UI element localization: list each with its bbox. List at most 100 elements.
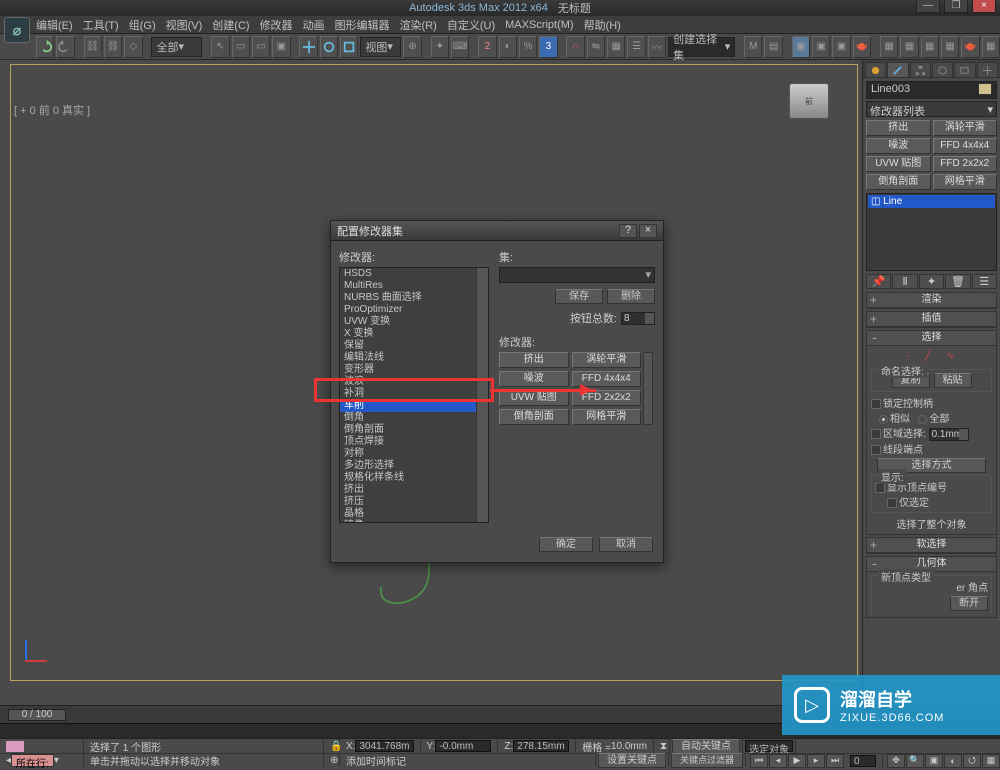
modifier-item[interactable]: 倒角 bbox=[340, 412, 476, 424]
goto-end-button[interactable]: ⏭ bbox=[826, 754, 844, 768]
time-tag-icon[interactable]: ⊕ bbox=[324, 754, 340, 767]
filter-dropdown[interactable]: 全部 ▾ bbox=[151, 37, 202, 57]
d-button[interactable]: ▦ bbox=[941, 36, 959, 58]
nav-orbit-button[interactable]: ⭯ bbox=[963, 754, 981, 768]
manip-button[interactable]: ✦ bbox=[431, 36, 449, 58]
button-total-spinner[interactable]: 8 bbox=[621, 312, 655, 325]
c-button[interactable]: ▦ bbox=[921, 36, 939, 58]
similar-radio[interactable] bbox=[879, 415, 888, 424]
modifier-item[interactable]: 车削 bbox=[340, 400, 476, 412]
nav-pan-button[interactable]: ✥ bbox=[887, 754, 905, 768]
quick-render-button[interactable]: 🫖 bbox=[853, 36, 871, 58]
magnet-icon[interactable]: ∩ bbox=[566, 36, 584, 58]
set-dropdown[interactable] bbox=[499, 267, 655, 283]
app-logo[interactable]: ⌀ bbox=[4, 17, 30, 43]
set-slot-button[interactable]: FFD 2x2x2 bbox=[572, 390, 642, 406]
setkey-button[interactable]: 设置关键点 bbox=[598, 753, 666, 768]
b-button[interactable]: ▦ bbox=[900, 36, 918, 58]
modbtn-uvw[interactable]: UVW 贴图 bbox=[866, 156, 931, 172]
dialog-close-button[interactable]: × bbox=[639, 224, 657, 238]
modbtn-turbosmooth[interactable]: 涡轮平滑 bbox=[933, 120, 998, 136]
lock-icon[interactable]: 🔒 bbox=[324, 739, 340, 753]
grid-scrollbar[interactable] bbox=[643, 352, 653, 425]
modifier-item[interactable]: 挤出 bbox=[340, 484, 476, 496]
menu-graph[interactable]: 图形编辑器 bbox=[335, 17, 390, 33]
modifier-item[interactable]: 多边形选择 bbox=[340, 460, 476, 472]
modifier-listbox[interactable]: HSDSMultiResNURBS 曲面选择ProOptimizerUVW 变换… bbox=[339, 267, 489, 523]
modifier-item[interactable]: 保留 bbox=[340, 340, 476, 352]
tab-utilities[interactable] bbox=[977, 62, 998, 78]
lock-handles-check[interactable] bbox=[871, 399, 881, 409]
nav-fov-button[interactable]: ◐ bbox=[944, 754, 962, 768]
menu-help[interactable]: 帮助(H) bbox=[584, 17, 621, 33]
keymode-button[interactable]: ⌨ bbox=[451, 36, 469, 58]
snap-pct-button[interactable]: % bbox=[519, 36, 537, 58]
time-slider[interactable]: 0 / 100 bbox=[8, 709, 66, 721]
align-button[interactable]: ▦ bbox=[607, 36, 625, 58]
pin-stack-button[interactable]: 📌 bbox=[866, 274, 891, 289]
ok-button[interactable]: 确定 bbox=[539, 537, 593, 552]
teapot-button[interactable]: 🫖 bbox=[961, 36, 979, 58]
set-slot-button[interactable]: UVW 贴图 bbox=[499, 390, 569, 406]
render-frame-button[interactable]: ▣ bbox=[832, 36, 850, 58]
material-editor-button[interactable]: ▣ bbox=[792, 36, 810, 58]
break-button[interactable]: 断开 bbox=[950, 596, 988, 611]
refcoord-dropdown[interactable]: 视图 ▾ bbox=[360, 37, 401, 57]
set-slot-button[interactable]: 网格平滑 bbox=[572, 409, 642, 425]
prev-frame-button[interactable]: ◂ bbox=[769, 754, 787, 768]
select-button[interactable]: ↖ bbox=[211, 36, 229, 58]
menu-modifier[interactable]: 修改器 bbox=[260, 17, 293, 33]
area-sel-check[interactable] bbox=[871, 429, 881, 439]
select-name-button[interactable]: ▭ bbox=[232, 36, 250, 58]
modbtn-noise[interactable]: 噪波 bbox=[866, 138, 931, 154]
menu-maxscript[interactable]: MAXScript(M) bbox=[505, 19, 573, 31]
modifier-item[interactable]: ProOptimizer bbox=[340, 304, 476, 316]
scene-explorer-button[interactable]: ▤ bbox=[764, 36, 782, 58]
pivot-button[interactable]: ⊕ bbox=[403, 36, 421, 58]
rotate-button[interactable] bbox=[320, 36, 338, 58]
tab-hierarchy[interactable] bbox=[910, 62, 931, 78]
tab-modify[interactable] bbox=[887, 62, 908, 78]
modbtn-ffd2[interactable]: FFD 2x2x2 bbox=[933, 156, 998, 172]
rollout-render[interactable]: 渲染 bbox=[867, 293, 996, 308]
object-color-swatch[interactable] bbox=[978, 83, 992, 95]
menu-custom[interactable]: 自定义(U) bbox=[447, 17, 495, 33]
rollout-softsel[interactable]: 软选择 bbox=[867, 538, 996, 553]
modifier-item[interactable]: 晶格 bbox=[340, 508, 476, 520]
modifier-item[interactable]: 对称 bbox=[340, 448, 476, 460]
seg-end-check[interactable] bbox=[871, 445, 881, 455]
unique-button[interactable]: ✦ bbox=[919, 274, 944, 289]
menu-create[interactable]: 创建(C) bbox=[212, 17, 249, 33]
modbtn-ffd4[interactable]: FFD 4x4x4 bbox=[933, 138, 998, 154]
keyfilter-button[interactable]: 关键点过滤器 bbox=[671, 753, 743, 768]
add-time-tag[interactable]: 添加时间标记 bbox=[340, 754, 596, 767]
keymode-dropdown[interactable]: 选定对象 bbox=[745, 740, 793, 752]
configure-sets-button[interactable]: ☰ bbox=[972, 274, 997, 289]
rollout-selection[interactable]: 选择 bbox=[867, 331, 996, 346]
modifier-item[interactable]: 顶点焊接 bbox=[340, 436, 476, 448]
select-region-button[interactable]: ▭ bbox=[252, 36, 270, 58]
coord-x[interactable]: 3041.768m bbox=[355, 740, 413, 752]
close-button[interactable]: × bbox=[972, 0, 996, 13]
modifier-item[interactable]: 波浪 bbox=[340, 376, 476, 388]
show-end-button[interactable]: Ⅱ bbox=[892, 274, 917, 289]
play-button[interactable]: ▶ bbox=[788, 754, 806, 768]
nav-zoomext-button[interactable]: ▣ bbox=[925, 754, 943, 768]
show-vtxnum-check[interactable] bbox=[875, 483, 885, 493]
modifier-item[interactable]: X 变换 bbox=[340, 328, 476, 340]
only-selected-check[interactable] bbox=[887, 498, 897, 508]
tab-create[interactable] bbox=[865, 62, 886, 78]
unlink-button[interactable]: ⛓ bbox=[104, 36, 122, 58]
render-setup-button[interactable]: ▣ bbox=[812, 36, 830, 58]
script-row[interactable]: 所在行: bbox=[11, 754, 54, 767]
save-set-button[interactable]: 保存 bbox=[555, 289, 603, 304]
curve-editor-button[interactable]: 〰 bbox=[648, 36, 666, 58]
window-crossing-button[interactable]: ▣ bbox=[272, 36, 290, 58]
set-slot-button[interactable]: 涡轮平滑 bbox=[572, 352, 642, 368]
stack-item-line[interactable]: ◫ Line bbox=[868, 195, 995, 208]
modifier-item[interactable]: UVW 变换 bbox=[340, 316, 476, 328]
named-sel-dropdown[interactable]: 创建选择集 ▾ bbox=[668, 37, 735, 57]
object-name-field[interactable]: Line003 bbox=[866, 81, 997, 99]
all-radio[interactable] bbox=[918, 415, 927, 424]
area-spinner[interactable]: 0.1mm bbox=[929, 428, 969, 441]
